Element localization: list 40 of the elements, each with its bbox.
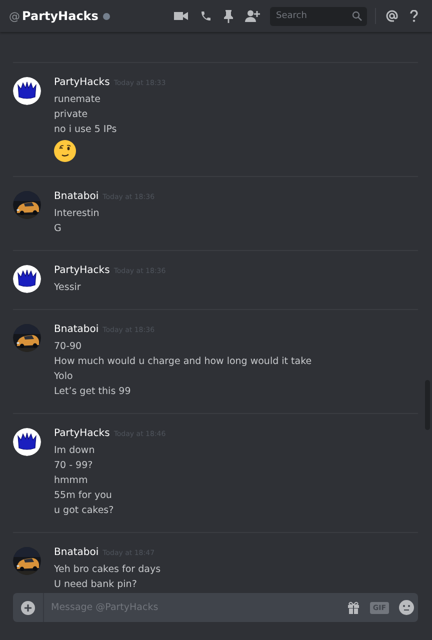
message-text: 55m for you	[54, 489, 113, 503]
search-icon	[352, 11, 362, 21]
message-text: Yeh bro cakes for days	[54, 563, 161, 577]
at-sign: @	[9, 10, 20, 22]
help-icon[interactable]	[410, 10, 418, 22]
message-text: u got cakes?	[54, 504, 115, 518]
message-text: G	[54, 222, 62, 236]
message-text: Yolo	[54, 370, 74, 384]
add-friend-icon[interactable]	[245, 10, 260, 22]
message-text: hmmm	[54, 474, 89, 488]
mention-icon[interactable]	[386, 10, 398, 22]
author-name[interactable]: PartyHacks	[54, 77, 110, 88]
message-text: 70 - 99?	[54, 459, 94, 473]
message-text: runemate	[54, 93, 102, 107]
message-text: 70-90	[54, 340, 83, 354]
message-text: Im down	[54, 444, 96, 458]
message-text: How much would u charge and how long would it take	[54, 355, 312, 369]
search-field[interactable]: Search	[270, 6, 367, 26]
status-dot-icon	[103, 12, 110, 20]
add-icon[interactable]	[21, 600, 35, 614]
message-text: U need bank pin?	[54, 578, 138, 592]
crown-avatar[interactable]	[13, 428, 41, 456]
author-name[interactable]: Bnataboi	[54, 324, 99, 335]
emoji-icon[interactable]	[399, 600, 414, 615]
author-name[interactable]: PartyHacks	[54, 428, 110, 439]
author-name[interactable]: Bnataboi	[54, 547, 99, 558]
crown-avatar[interactable]	[13, 77, 41, 105]
pin-icon[interactable]	[224, 10, 233, 22]
message-text: private	[54, 108, 89, 122]
message-text: Interestin	[54, 207, 100, 221]
video-camera-icon[interactable]	[174, 11, 188, 21]
author-name[interactable]: Bnataboi	[54, 191, 99, 202]
message-text: no i use 5 IPs	[54, 123, 118, 137]
phone-icon[interactable]	[200, 10, 212, 22]
gift-icon[interactable]	[346, 601, 360, 614]
message-text: Yessir	[54, 281, 82, 295]
author-name[interactable]: PartyHacks	[54, 265, 110, 276]
message-text: Let’s get this 99	[54, 385, 132, 399]
crown-avatar[interactable]	[13, 265, 41, 293]
channel-title: PartyHacks	[22, 9, 98, 23]
